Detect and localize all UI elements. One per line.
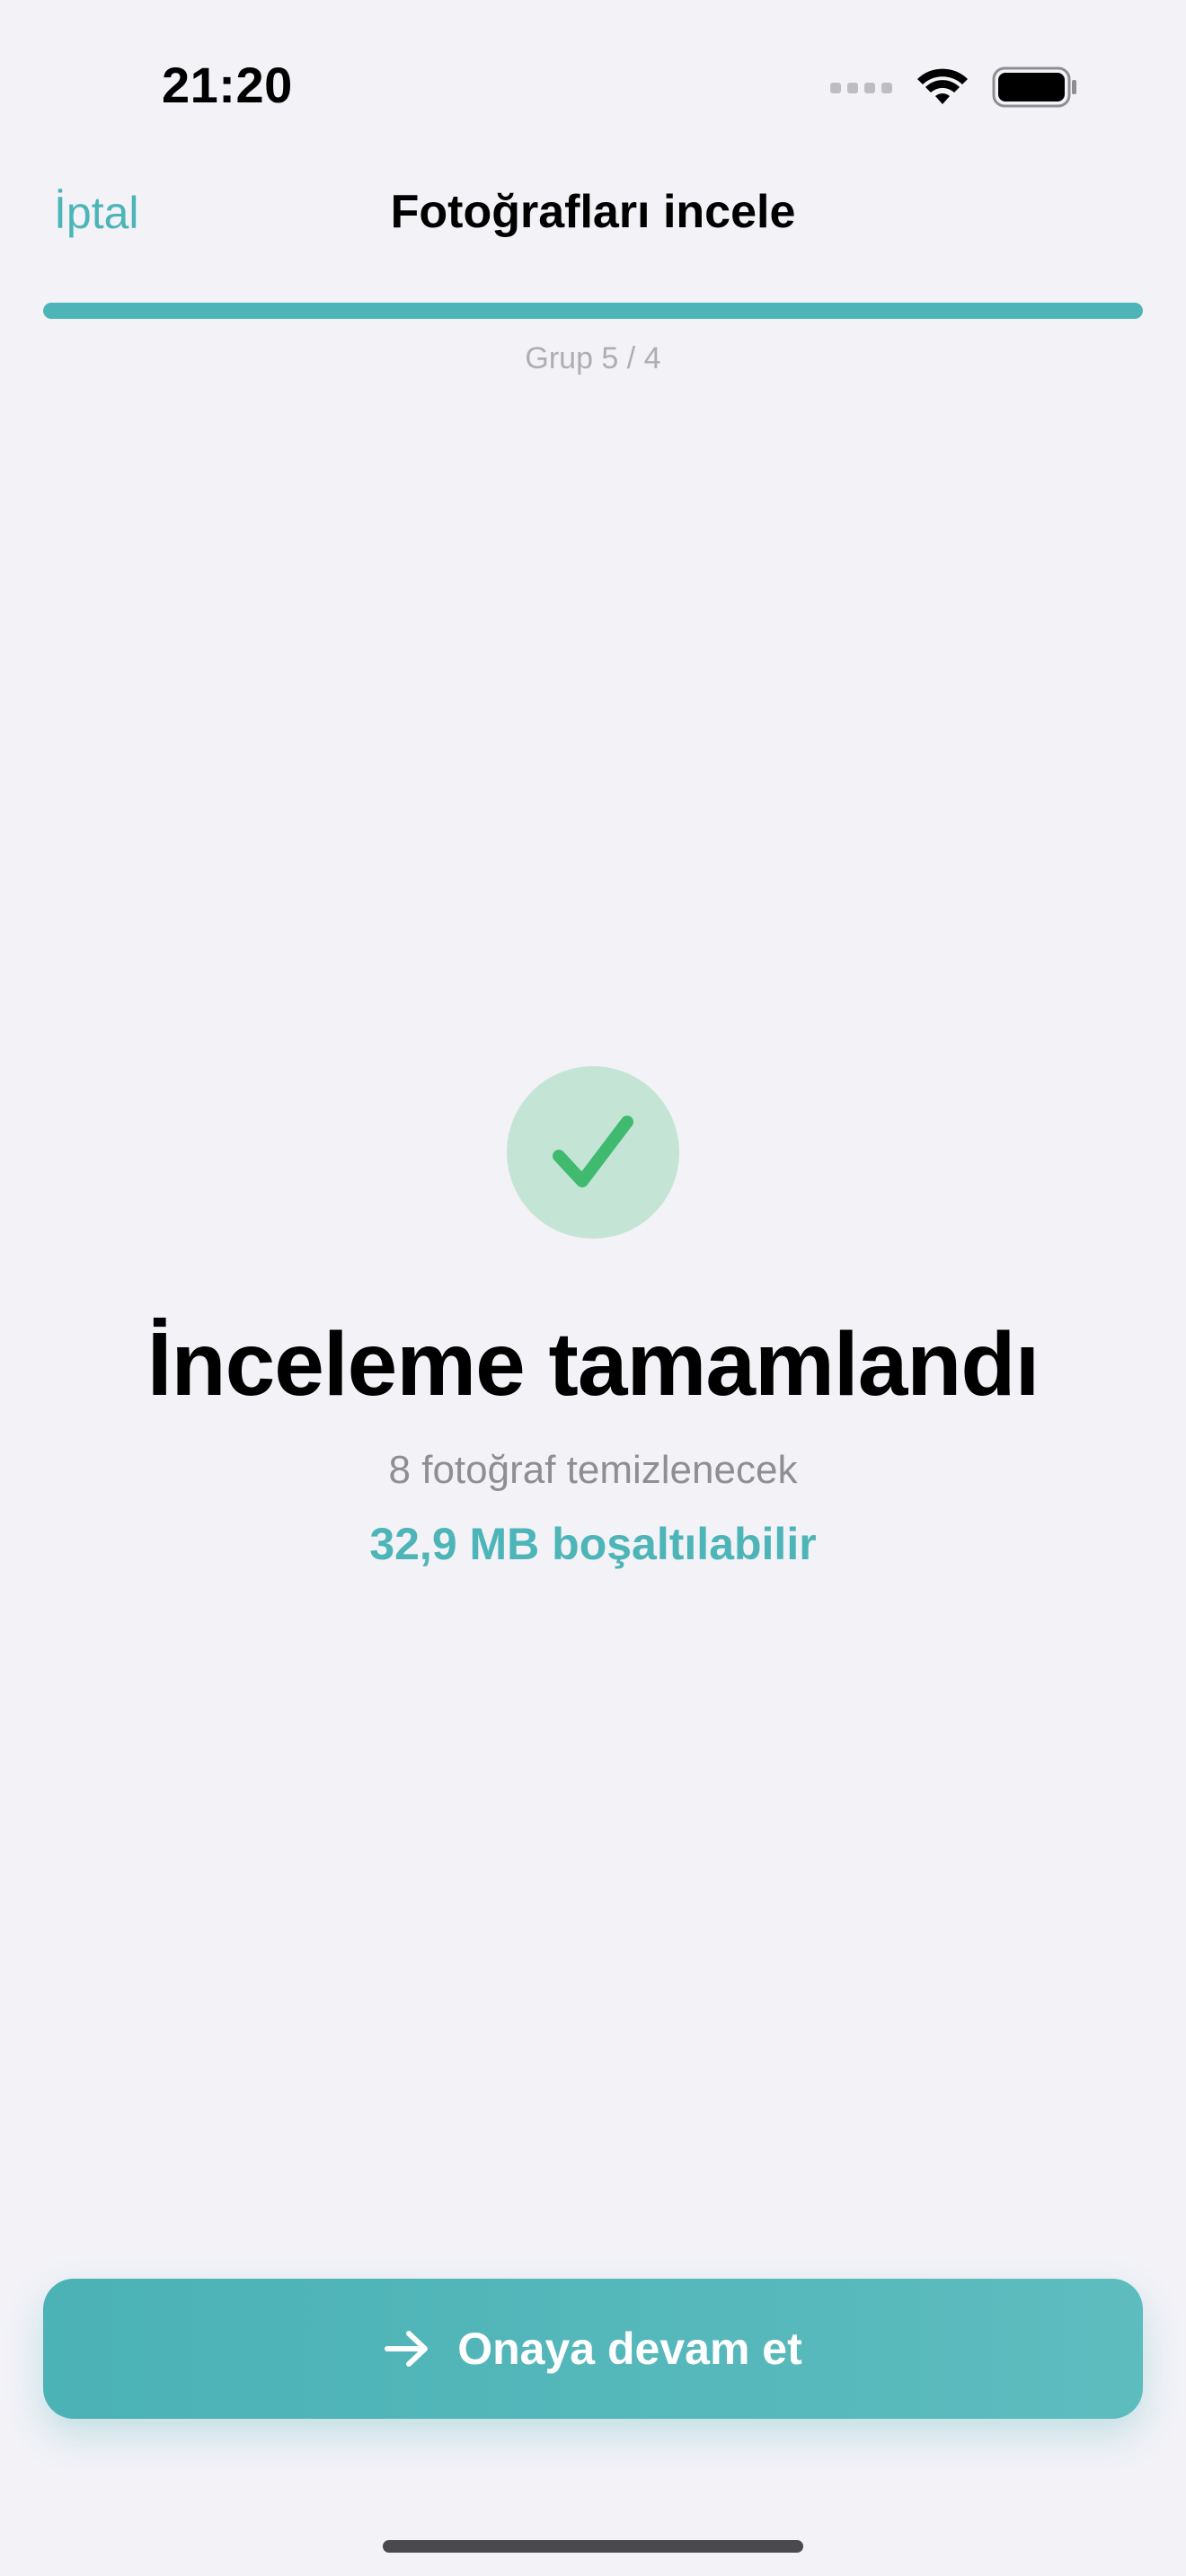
page-title: Fotoğrafları incele bbox=[390, 186, 796, 238]
battery-icon bbox=[992, 66, 1076, 108]
space-freed-text: 32,9 MB boşaltılabilir bbox=[369, 1519, 817, 1569]
continue-button-label: Onaya devam et bbox=[457, 2324, 802, 2374]
progress-label: Grup 5 / 4 bbox=[525, 341, 661, 375]
progress-fill bbox=[43, 303, 1143, 319]
home-indicator bbox=[383, 2540, 803, 2553]
status-time: 21:20 bbox=[162, 57, 293, 113]
progress-bar bbox=[43, 303, 1143, 319]
arrow-right-icon bbox=[385, 2331, 429, 2367]
success-badge bbox=[507, 1066, 679, 1239]
signal-icon bbox=[830, 83, 892, 93]
completion-headline: İnceleme tamamlandı bbox=[146, 1314, 1040, 1415]
continue-to-approval-button[interactable]: Onaya devam et bbox=[43, 2279, 1143, 2419]
photo-count-text: 8 fotoğraf temizlenecek bbox=[388, 1448, 798, 1492]
wifi-icon bbox=[917, 68, 968, 104]
checkmark-icon bbox=[553, 1116, 633, 1187]
status-icons bbox=[830, 65, 1078, 110]
